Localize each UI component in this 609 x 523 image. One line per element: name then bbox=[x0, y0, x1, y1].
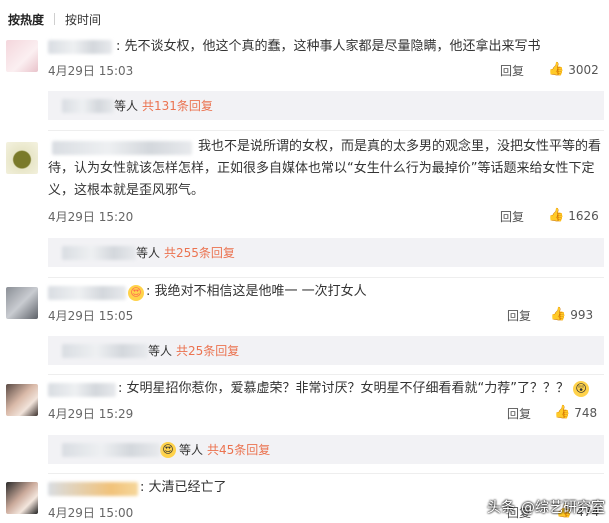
thumbs-up-icon: 👍 bbox=[554, 405, 571, 420]
comment-time: 4月29日 15:29 bbox=[48, 407, 134, 421]
thumbs-up-icon: 👍 bbox=[548, 62, 565, 77]
watermark-platform: 头条 bbox=[487, 500, 515, 516]
comment-text: : 大清已经亡了 bbox=[140, 480, 227, 495]
comment-divider bbox=[48, 130, 604, 131]
username-blurred[interactable] bbox=[48, 40, 112, 54]
replies-summary[interactable]: 等人 共131条回复 bbox=[48, 91, 604, 120]
comment-time: 4月29日 15:00 bbox=[48, 506, 134, 520]
avatar[interactable] bbox=[6, 384, 38, 416]
watermark-account: @综艺研究室 bbox=[521, 500, 605, 516]
replies-summary[interactable]: 等人 共25条回复 bbox=[48, 336, 604, 365]
comment-text: 待，认为女性就该怎样怎样，正如很多自媒体也常以“女生什么行为最掉价”等话题来给女… bbox=[48, 161, 595, 176]
comment-divider bbox=[48, 473, 604, 474]
replies-summary[interactable]: 😍 等人 共45条回复 bbox=[48, 435, 604, 464]
thumbs-up-icon: 👍 bbox=[548, 208, 565, 223]
avatar[interactable] bbox=[6, 287, 38, 319]
reply-button[interactable]: 回复 bbox=[500, 208, 524, 225]
surprised-emoji-icon: 😲 bbox=[573, 380, 590, 397]
username-blurred[interactable] bbox=[48, 286, 126, 300]
comment-text: : 女明星招你惹你，爱慕虚荣？非常讨厌？女明星不仔细看看就“力荐”了？？？ 😲 bbox=[118, 378, 590, 400]
like-count: 1626 bbox=[568, 208, 599, 223]
thumbs-up-icon: 👍 bbox=[550, 307, 567, 322]
avatar[interactable] bbox=[6, 142, 38, 174]
reply-button[interactable]: 回复 bbox=[507, 405, 531, 422]
like-count: 993 bbox=[570, 307, 594, 322]
replies-count-link[interactable]: 共25条回复 bbox=[176, 342, 239, 359]
avatar[interactable] bbox=[6, 40, 38, 72]
comment-divider bbox=[48, 277, 604, 278]
comment-text: 我也不是说所谓的女权，而是真的太多男的观念里，没把女性平等的看 bbox=[198, 139, 602, 154]
comment-time: 4月29日 15:03 bbox=[48, 64, 134, 78]
replier-names-blurred bbox=[62, 442, 160, 457]
heart-eyes-emoji-icon: 😍 bbox=[160, 441, 176, 458]
like-button[interactable]: 👍 993 bbox=[550, 307, 593, 322]
like-button[interactable]: 👍 3002 bbox=[548, 62, 599, 77]
replies-count-link[interactable]: 共131条回复 bbox=[142, 97, 213, 114]
username-blurred[interactable] bbox=[48, 383, 116, 397]
replier-names-blurred bbox=[62, 98, 114, 113]
comment-text: 义，这根本就是歪风邪气。 bbox=[48, 183, 205, 198]
like-button[interactable]: 👍 1626 bbox=[548, 208, 599, 223]
like-count: 748 bbox=[574, 405, 598, 420]
username-blurred[interactable] bbox=[52, 141, 192, 155]
comment-time: 4月29日 15:20 bbox=[48, 210, 134, 224]
replier-names-blurred bbox=[62, 245, 136, 260]
replies-count-link[interactable]: 共45条回复 bbox=[207, 441, 270, 458]
heart-eyes-emoji-icon: 😍 bbox=[128, 285, 144, 301]
watermark: 头条 @综艺研究室 bbox=[487, 497, 605, 517]
sort-divider bbox=[54, 13, 56, 25]
comment-text: : 我绝对不相信这是他唯一 一次打女人 bbox=[146, 284, 367, 299]
replier-names-blurred bbox=[62, 343, 148, 358]
like-count: 3002 bbox=[568, 62, 599, 77]
comment-divider bbox=[48, 374, 604, 375]
username-blurred[interactable] bbox=[48, 482, 138, 496]
comment-text: : 先不谈女权，他这个真的蠢，这种事人家都是尽量隐瞒，他还拿出来写书 bbox=[116, 39, 541, 54]
sort-by-time-tab[interactable]: 按时间 bbox=[65, 11, 101, 28]
comment-time: 4月29日 15:05 bbox=[48, 309, 134, 323]
reply-button[interactable]: 回复 bbox=[500, 62, 524, 79]
replies-summary[interactable]: 等人 共255条回复 bbox=[48, 238, 604, 267]
avatar[interactable] bbox=[6, 482, 38, 514]
sort-bar: 按热度 按时间 bbox=[0, 0, 609, 38]
replies-count-link[interactable]: 共255条回复 bbox=[164, 244, 235, 261]
reply-button[interactable]: 回复 bbox=[507, 307, 531, 324]
sort-by-hot-tab[interactable]: 按热度 bbox=[8, 11, 44, 28]
like-button[interactable]: 👍 748 bbox=[554, 405, 597, 420]
